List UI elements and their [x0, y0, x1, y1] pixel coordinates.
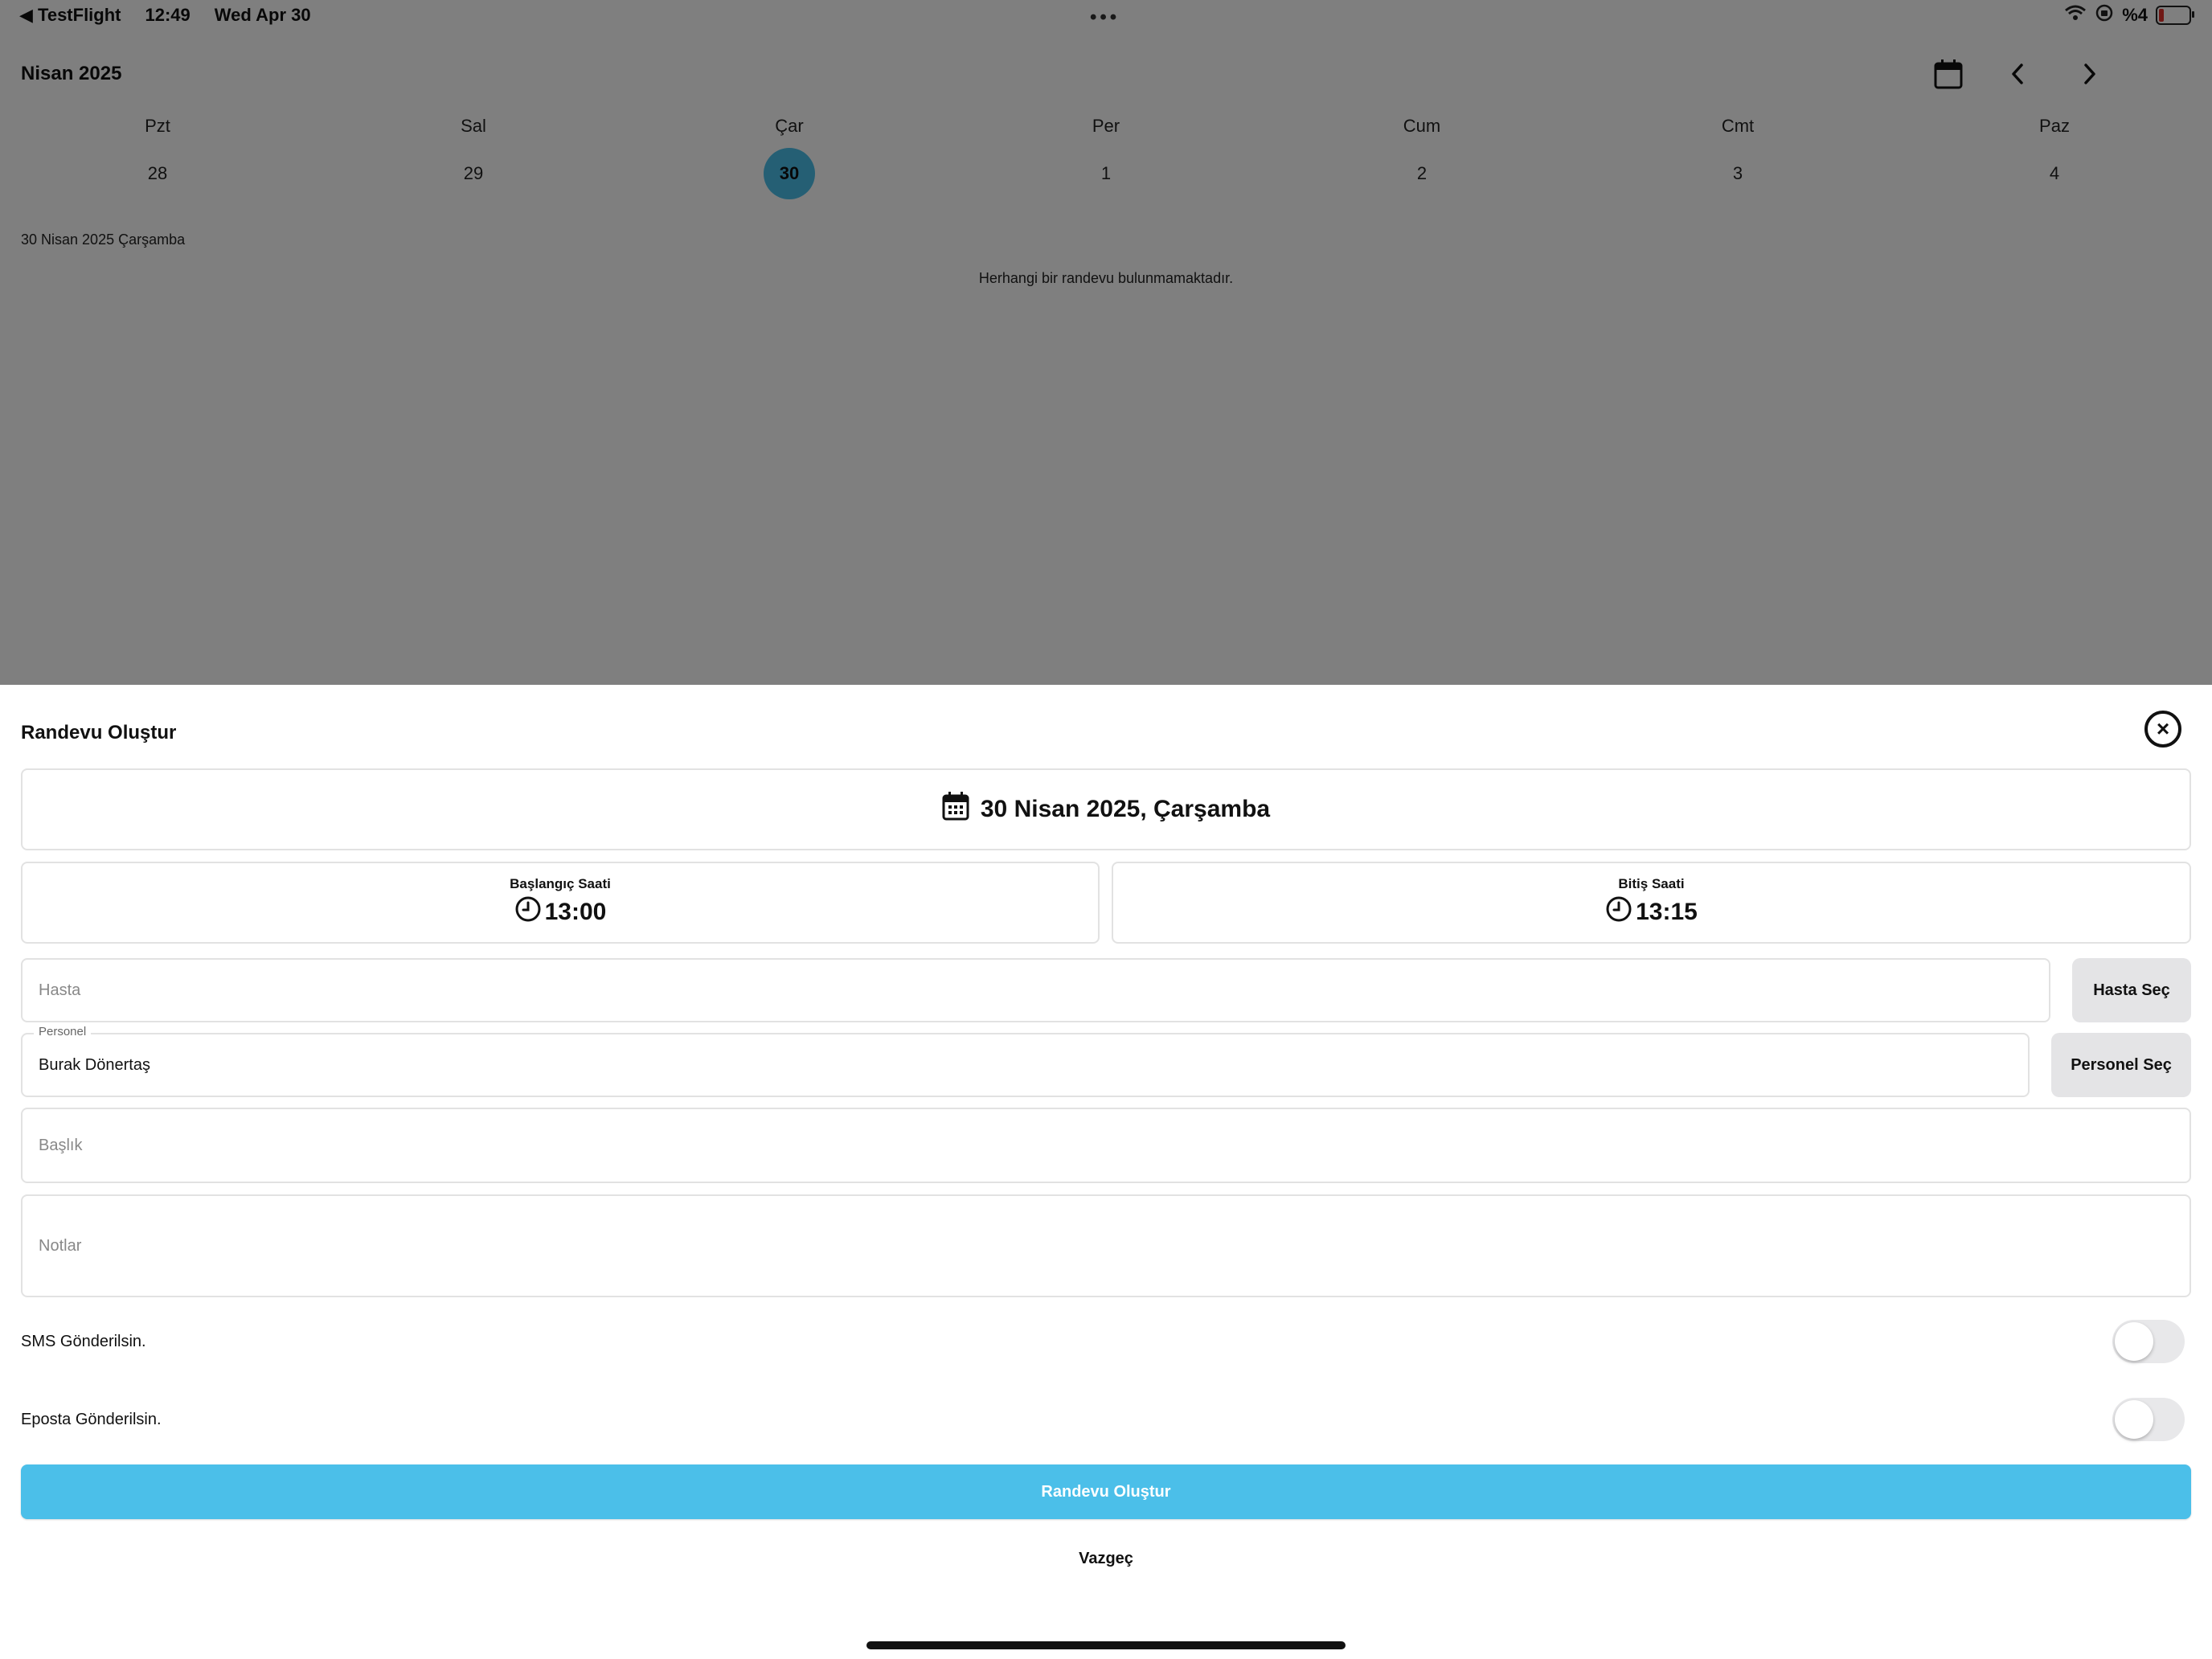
staff-value: Burak Dönertaş: [39, 1055, 150, 1074]
patient-field[interactable]: Hasta: [21, 958, 2050, 1022]
create-appointment-button[interactable]: Randevu Oluştur: [21, 1464, 2191, 1519]
select-staff-button[interactable]: Personel Seç: [2051, 1033, 2191, 1097]
end-time-selector[interactable]: Bitiş Saati 13:15: [1112, 862, 2191, 944]
select-patient-button[interactable]: Hasta Seç: [2072, 958, 2191, 1022]
close-icon: ×: [2156, 716, 2170, 741]
title-input[interactable]: Başlık: [21, 1108, 2191, 1183]
sms-toggle[interactable]: [2112, 1320, 2185, 1363]
start-time-value: 13:00: [544, 899, 607, 925]
title-placeholder: Başlık: [39, 1136, 83, 1154]
start-time-label: Başlangıç Saati: [510, 876, 611, 891]
toggle-knob: [2115, 1400, 2153, 1439]
end-time-value: 13:15: [1636, 899, 1698, 925]
clock-icon: [514, 895, 542, 929]
toggle-knob: [2115, 1322, 2153, 1361]
clock-icon: [1605, 895, 1632, 929]
sms-toggle-label: SMS Gönderilsin.: [21, 1333, 146, 1350]
email-toggle[interactable]: [2112, 1398, 2185, 1441]
close-button[interactable]: ×: [2144, 711, 2181, 748]
modal-backdrop[interactable]: [0, 0, 2212, 685]
sheet-title: Randevu Oluştur: [21, 722, 177, 743]
staff-field[interactable]: Personel Burak Dönertaş: [21, 1025, 2030, 1097]
cancel-button[interactable]: Vazgeç: [0, 1550, 2212, 1568]
notes-placeholder: Notlar: [39, 1236, 82, 1255]
staff-field-label: Personel: [34, 1025, 92, 1038]
calendar-icon: [942, 792, 969, 827]
home-indicator[interactable]: [866, 1641, 1346, 1649]
selected-date-text: 30 Nisan 2025, Çarşamba: [980, 796, 1271, 822]
start-time-selector[interactable]: Başlangıç Saati 13:00: [21, 862, 1100, 944]
date-selector[interactable]: 30 Nisan 2025, Çarşamba: [21, 768, 2191, 850]
patient-placeholder: Hasta: [39, 981, 81, 999]
end-time-label: Bitiş Saati: [1618, 876, 1685, 891]
email-toggle-label: Eposta Gönderilsin.: [21, 1411, 162, 1428]
notes-textarea[interactable]: Notlar: [21, 1194, 2191, 1297]
create-appointment-sheet: Randevu Oluştur × 30 Nisan 2025, Çarşamb…: [0, 685, 2212, 1659]
